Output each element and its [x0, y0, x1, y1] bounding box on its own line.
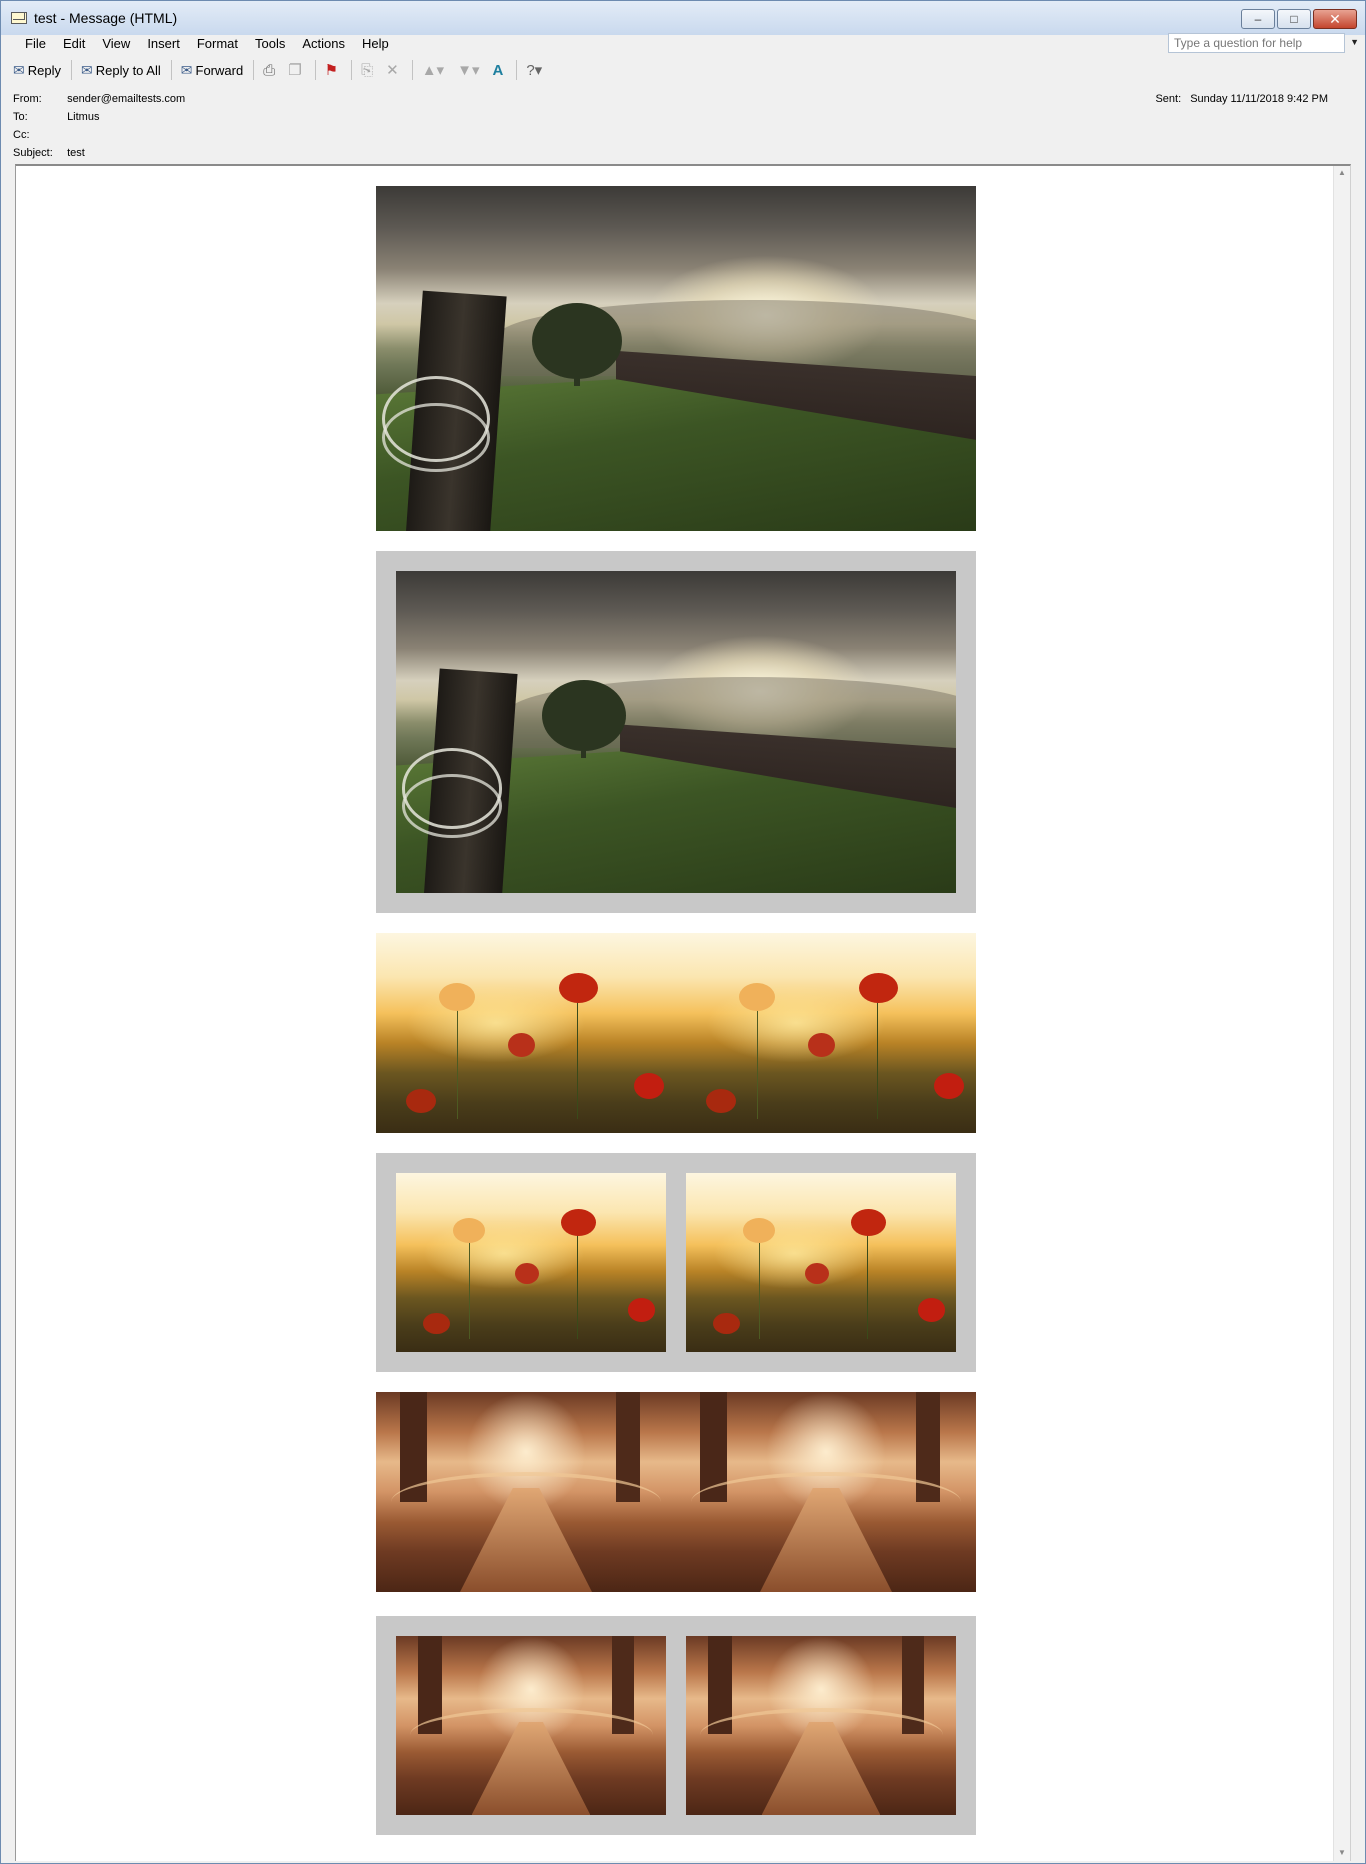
menu-bar: File Edit View Insert Format Tools Actio…	[1, 33, 1365, 53]
landscape-image-framed	[396, 571, 956, 893]
to-row: To: Litmus	[13, 111, 99, 123]
forward-button[interactable]: ✉ Forward	[181, 59, 243, 81]
print-icon[interactable]: ⎙	[263, 62, 275, 79]
forward-label: Forward	[195, 62, 244, 78]
close-icon: ✕	[1329, 11, 1341, 27]
sent-label: Sent:	[1155, 93, 1182, 105]
bridge-image-framed-right	[686, 1636, 956, 1815]
help-dropdown-icon[interactable]: ▼	[1350, 37, 1359, 47]
help-search-input[interactable]: Type a question for help	[1168, 33, 1345, 53]
menu-help[interactable]: Help	[362, 36, 389, 51]
subject-row: Subject: test	[13, 147, 85, 159]
scroll-down-icon[interactable]: ▼	[1334, 1848, 1350, 1857]
from-value: sender@emailtests.com	[67, 93, 186, 105]
reply-label: Reply	[27, 62, 61, 78]
toolbar-separator	[170, 60, 172, 80]
reply-button[interactable]: ✉ Reply	[13, 59, 61, 81]
close-button[interactable]: ✕	[1313, 9, 1357, 29]
forward-icon: ✉	[180, 61, 193, 78]
message-window: test - Message (HTML) – □ ✕ File Edit Vi…	[0, 0, 1366, 1864]
minimize-icon: –	[1254, 12, 1262, 26]
next-item-icon[interactable]: ▼▾	[457, 61, 479, 79]
cc-row: Cc:	[13, 129, 64, 141]
copy-icon[interactable]: ❐	[288, 61, 301, 79]
previous-item-icon[interactable]: ▲▾	[422, 61, 444, 79]
landscape-image	[376, 186, 976, 531]
menu-tools[interactable]: Tools	[255, 36, 285, 51]
to-value: Litmus	[67, 111, 100, 123]
scroll-up-icon[interactable]: ▲	[1334, 168, 1350, 177]
poppy-image-framed-right	[686, 1173, 956, 1352]
address-book-icon[interactable]: A	[492, 62, 503, 79]
to-label: To:	[13, 111, 28, 123]
menu-insert[interactable]: Insert	[147, 36, 180, 51]
bridge-image-left	[376, 1392, 676, 1592]
window-controls: – □ ✕	[1239, 9, 1357, 29]
menu-actions[interactable]: Actions	[302, 36, 345, 51]
from-label: From:	[13, 93, 42, 105]
reply-icon: ✉	[13, 61, 25, 78]
toolbar-separator	[70, 60, 72, 80]
maximize-button[interactable]: □	[1277, 9, 1311, 29]
sent-value: Sunday 11/11/2018 9:42 PM	[1190, 93, 1328, 105]
menu-view[interactable]: View	[102, 36, 130, 51]
poppy-image-framed-left	[396, 1173, 666, 1352]
reply-all-label: Reply to All	[95, 62, 161, 78]
toolbar-separator	[411, 60, 413, 80]
title-bar[interactable]: test - Message (HTML) – □ ✕	[1, 1, 1365, 35]
minimize-button[interactable]: –	[1241, 9, 1275, 29]
envelope-icon	[11, 12, 27, 24]
menu-edit[interactable]: Edit	[63, 36, 85, 51]
from-row: From: sender@emailtests.com	[13, 93, 185, 105]
toolbar: ✉ Reply ✉ Reply to All ✉ Forward ⎙ ❐ ⚑ ⎘…	[13, 58, 555, 82]
subject-value: test	[67, 147, 85, 159]
bridge-image-framed-left	[396, 1636, 666, 1815]
toolbar-separator	[351, 60, 353, 80]
maximize-icon: □	[1290, 12, 1298, 26]
reply-all-button[interactable]: ✉ Reply to All	[81, 59, 161, 81]
bridge-image-right	[676, 1392, 976, 1592]
toolbar-separator	[314, 60, 316, 80]
poppy-image-right	[676, 933, 976, 1133]
cc-label: Cc:	[13, 129, 30, 141]
reply-all-icon: ✉	[80, 61, 93, 78]
menu-file[interactable]: File	[25, 36, 46, 51]
vertical-scrollbar[interactable]: ▲ ▼	[1333, 166, 1350, 1861]
toolbar-separator	[516, 60, 518, 80]
sent-row: Sent: Sunday 11/11/2018 9:42 PM	[1155, 93, 1328, 105]
menu-format[interactable]: Format	[197, 36, 238, 51]
window-title: test - Message (HTML)	[34, 10, 178, 26]
toolbar-separator	[253, 60, 255, 80]
message-body[interactable]: ▲ ▼	[15, 164, 1351, 1861]
delete-icon[interactable]: ✕	[386, 61, 399, 79]
poppy-image-left	[376, 933, 676, 1133]
flag-icon[interactable]: ⚑	[325, 61, 338, 79]
subject-label: Subject:	[13, 147, 53, 159]
help-icon[interactable]: ?▾	[526, 61, 542, 79]
move-to-folder-icon[interactable]: ⎘	[361, 62, 373, 79]
